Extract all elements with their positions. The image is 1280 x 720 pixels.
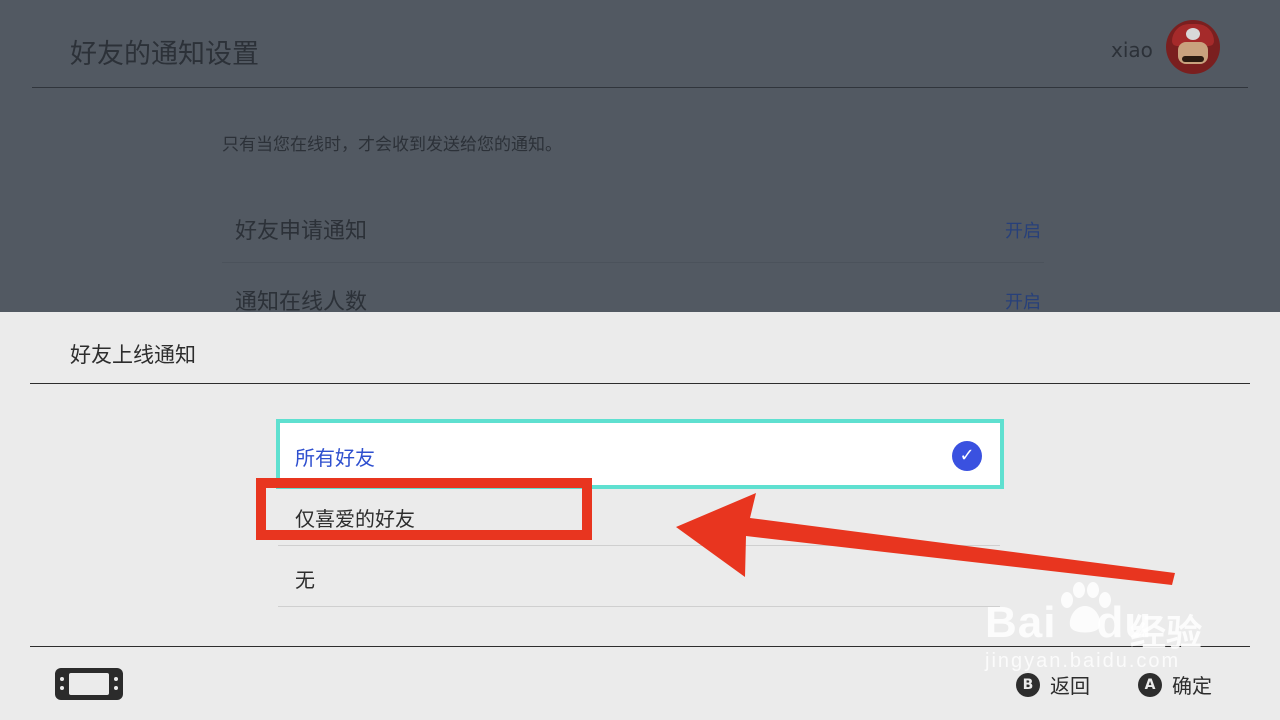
notification-note: 只有当您在线时，才会收到发送给您的通知。 (222, 135, 562, 155)
watermark-brand-cn: 经验 (1130, 613, 1203, 654)
watermark-brand: Bai du (985, 598, 1153, 647)
back-button[interactable]: B 返回 (1016, 670, 1090, 699)
username: xiao (1111, 38, 1153, 62)
b-button-icon: B (1016, 672, 1040, 697)
setting-value-online-count[interactable]: 开启 (1005, 288, 1041, 314)
checkmark-icon: ✓ (952, 441, 982, 471)
setting-value-friend-request[interactable]: 开启 (1005, 217, 1041, 243)
confirm-button[interactable]: A 确定 (1138, 670, 1212, 699)
back-label: 返回 (1050, 674, 1090, 698)
console-icon (55, 668, 123, 700)
a-button-icon: A (1138, 672, 1162, 697)
avatar (1166, 20, 1220, 74)
page-title: 好友的通知设置 (70, 39, 259, 70)
option-label: 所有好友 (295, 446, 375, 470)
sheet-title: 好友上线通知 (70, 343, 196, 367)
watermark-url: jingyan.baidu.com (985, 650, 1181, 672)
option-label: 无 (295, 568, 315, 592)
option-divider (278, 606, 1000, 607)
header-divider (32, 87, 1248, 88)
annotation-highlight-box (256, 478, 592, 540)
annotation-arrow-icon (676, 493, 1175, 585)
setting-label-friend-request: 好友申请通知 (235, 219, 368, 244)
row-divider (222, 262, 1044, 263)
confirm-label: 确定 (1172, 674, 1212, 698)
sheet-divider (30, 383, 1250, 384)
background-settings-page: 好友的通知设置 xiao 只有当您在线时，才会收到发送给您的通知。 好友申请通知… (0, 0, 1280, 315)
